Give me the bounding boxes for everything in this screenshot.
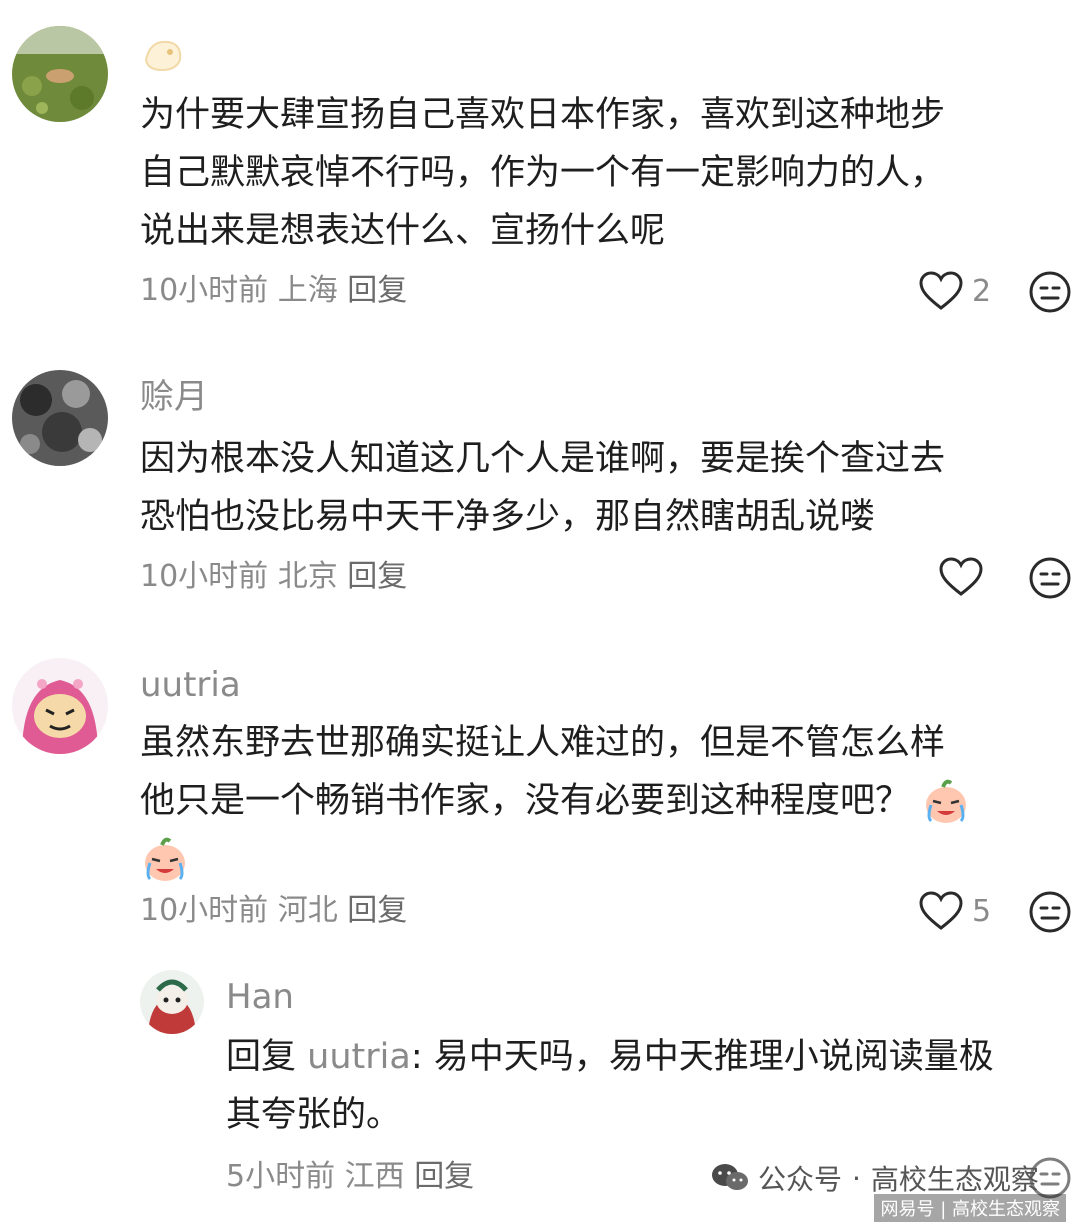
- crying-peach-sticker: [926, 779, 967, 823]
- comment-time: 5小时前: [226, 1159, 336, 1194]
- comment-text-line: 其夸张的。: [226, 1095, 402, 1135]
- comment-time: 10小时前: [140, 559, 269, 594]
- comment-location: 河北: [277, 893, 338, 928]
- watermark-account: 高校生态观察: [870, 1163, 1039, 1196]
- comment-meta: 10小时前 上海 回复: [140, 276, 407, 306]
- reply-button[interactable]: 回复: [347, 893, 407, 928]
- avatar[interactable]: [140, 970, 204, 1034]
- username[interactable]: 赊月: [140, 380, 208, 414]
- comment-location: 北京: [277, 559, 338, 594]
- dislike-button[interactable]: [1028, 270, 1072, 314]
- reply-button[interactable]: 回复: [414, 1159, 474, 1194]
- like-button[interactable]: 5: [918, 890, 991, 932]
- neutral-face-icon: [1029, 891, 1071, 933]
- like-count: 5: [972, 893, 992, 929]
- heart-outline-icon: [939, 557, 983, 596]
- crying-peach-sticker: [145, 837, 185, 881]
- comment-meta: 10小时前 河北 回复: [140, 896, 407, 926]
- like-button[interactable]: 2: [918, 270, 991, 312]
- comment-text: 虽然东野去世那确实挺让人难过的，但是不管怎么样 他只是一个畅销书作家，没有必要到…: [140, 714, 971, 888]
- comment-text-line: [140, 830, 971, 888]
- comment-text-line: 回复 uutria: 易中天吗，易中天推理小说阅读量极: [226, 1028, 994, 1086]
- watermark-line1: 公众号 · 高校生态观察: [710, 1158, 1039, 1198]
- username-sticker: [140, 30, 186, 76]
- watermark: 公众号 · 高校生态观察 网易号 | 高校生态观察: [710, 1154, 1080, 1222]
- reply-to-username[interactable]: uutria: [307, 1037, 411, 1077]
- comment-item: 为什要大肆宣扬自己喜欢日本作家，喜欢到这种地步 自己默默哀悼不行吗，作为一个有一…: [0, 0, 1080, 340]
- comment-text-segment: : 易中天吗，易中天推理小说阅读量极: [410, 1037, 994, 1077]
- comment-text-line: 自己默默哀悼不行吗，作为一个有一定影响力的人，: [140, 153, 946, 193]
- username[interactable]: uutria: [140, 668, 241, 702]
- watermark-platform: 公众号: [758, 1163, 843, 1196]
- comment-text-line: 恐怕也没比易中天干净多少，那自然瞎胡乱说喽: [140, 497, 876, 537]
- comment-text-line: 他只是一个畅销书作家，没有必要到这种程度吧？: [140, 772, 971, 830]
- comment-time: 10小时前: [140, 273, 269, 308]
- comment-item: uutria 虽然东野去世那确实挺让人难过的，但是不管怎么样 他只是一个畅销书作…: [0, 640, 1080, 950]
- comment-location: 江西: [344, 1159, 405, 1194]
- avatar[interactable]: [12, 658, 108, 754]
- watermark-line2: 网易号 | 高校生态观察: [874, 1194, 1066, 1222]
- comment-text-segment: 他只是一个畅销书作家，没有必要到这种程度吧？: [140, 781, 911, 821]
- comment-text-line: 虽然东野去世那确实挺让人难过的，但是不管怎么样: [140, 723, 946, 763]
- avatar[interactable]: [12, 26, 108, 122]
- comment-text-line: 为什要大肆宣扬自己喜欢日本作家，喜欢到这种地步: [140, 95, 946, 135]
- comment-text: 为什要大肆宣扬自己喜欢日本作家，喜欢到这种地步 自己默默哀悼不行吗，作为一个有一…: [140, 86, 945, 260]
- comment-meta: 5小时前 江西 回复: [226, 1162, 474, 1192]
- watermark-dot: ·: [852, 1161, 861, 1195]
- reply-button[interactable]: 回复: [347, 559, 407, 594]
- avatar[interactable]: [12, 370, 108, 466]
- comment-meta: 10小时前 北京 回复: [140, 562, 407, 592]
- dislike-button[interactable]: [1028, 890, 1072, 934]
- comment-time: 10小时前: [140, 893, 269, 928]
- comment-text-line: 因为根本没人知道这几个人是谁啊，要是挨个查过去: [140, 439, 946, 479]
- comment-text-line: 说出来是想表达什么、宣扬什么呢: [140, 211, 666, 251]
- comment-text: 回复 uutria: 易中天吗，易中天推理小说阅读量极 其夸张的。: [226, 1028, 994, 1144]
- heart-outline-icon: [919, 891, 963, 930]
- wechat-icon: [712, 1164, 748, 1190]
- neutral-face-icon: [1029, 271, 1071, 313]
- username[interactable]: Han: [226, 980, 294, 1014]
- heart-outline-icon: [919, 271, 963, 310]
- reply-prefix: 回复: [226, 1037, 297, 1077]
- comment-location: 上海: [277, 273, 338, 308]
- like-button[interactable]: [938, 556, 984, 598]
- comment-item: 赊月 因为根本没人知道这几个人是谁啊，要是挨个查过去 恐怕也没比易中天干净多少，…: [0, 340, 1080, 640]
- neutral-face-icon: [1029, 557, 1071, 599]
- comment-text: 因为根本没人知道这几个人是谁啊，要是挨个查过去 恐怕也没比易中天干净多少，那自然…: [140, 430, 945, 546]
- like-count: 2: [972, 273, 992, 309]
- reply-button[interactable]: 回复: [347, 273, 407, 308]
- dislike-button[interactable]: [1028, 556, 1072, 600]
